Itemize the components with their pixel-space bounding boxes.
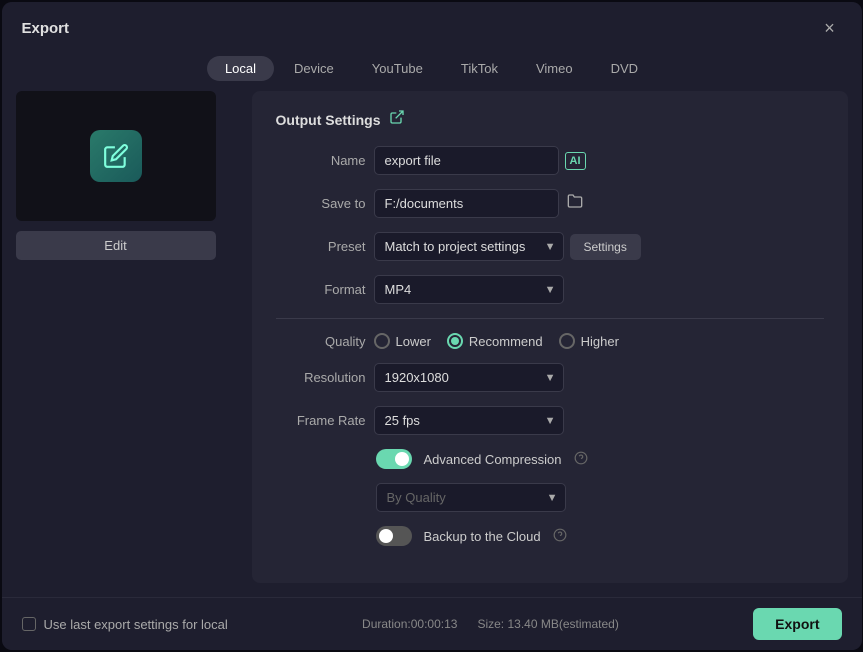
footer-info: Duration:00:00:13 Size: 13.40 MB(estimat… [362, 617, 619, 631]
backup-cloud-help-icon[interactable] [553, 528, 567, 545]
format-select[interactable]: MP4 [374, 275, 564, 304]
tab-local[interactable]: Local [207, 56, 274, 81]
preset-select-wrapper: Match to project settings ▼ [374, 232, 564, 261]
format-label: Format [276, 282, 366, 297]
preset-row: Preset Match to project settings ▼ Setti… [276, 232, 824, 261]
modal-header: Export × [2, 2, 862, 50]
tab-tiktok[interactable]: TikTok [443, 56, 516, 81]
advanced-compression-help-icon[interactable] [574, 451, 588, 468]
resolution-label: Resolution [276, 370, 366, 385]
save-to-input[interactable] [374, 189, 559, 218]
quality-row: Quality Lower Recommend Higher [276, 333, 824, 349]
backup-cloud-toggle[interactable] [376, 526, 412, 546]
quality-recommend-radio[interactable] [447, 333, 463, 349]
tabs-bar: Local Device YouTube TikTok Vimeo DVD [2, 50, 862, 91]
modal-title: Export [22, 20, 70, 37]
advanced-compression-slider [376, 449, 412, 469]
save-to-row: Save to [276, 189, 824, 218]
duration-text: Duration:00:00:13 [362, 617, 457, 631]
frame-rate-label: Frame Rate [276, 413, 366, 428]
export-button[interactable]: Export [753, 608, 841, 640]
quality-higher-label: Higher [581, 334, 619, 349]
resolution-select-wrapper: 1920x1080 ▼ [374, 363, 564, 392]
tab-dvd[interactable]: DVD [593, 56, 656, 81]
modal-footer: Use last export settings for local Durat… [2, 597, 862, 650]
tab-device[interactable]: Device [276, 56, 352, 81]
quality-recommend-option[interactable]: Recommend [447, 333, 543, 349]
footer-left: Use last export settings for local [22, 617, 228, 632]
quality-higher-option[interactable]: Higher [559, 333, 619, 349]
preview-box [16, 91, 216, 221]
quality-recommend-label: Recommend [469, 334, 543, 349]
save-to-label: Save to [276, 196, 366, 211]
by-quality-select-wrapper: By Quality ▼ [376, 483, 566, 512]
quality-lower-label: Lower [396, 334, 431, 349]
preset-select-group: Match to project settings ▼ Settings [374, 232, 641, 261]
preset-label: Preset [276, 239, 366, 254]
tab-vimeo[interactable]: Vimeo [518, 56, 591, 81]
backup-cloud-slider [376, 526, 412, 546]
resolution-select[interactable]: 1920x1080 [374, 363, 564, 392]
export-modal: Export × Local Device YouTube TikTok Vim… [2, 2, 862, 650]
folder-icon-button[interactable] [565, 191, 585, 216]
advanced-compression-row: Advanced Compression [276, 449, 824, 469]
format-select-wrapper: MP4 ▼ [374, 275, 564, 304]
use-last-settings-checkbox[interactable] [22, 617, 36, 631]
frame-rate-row: Frame Rate 25 fps ▼ [276, 406, 824, 435]
advanced-compression-toggle[interactable] [376, 449, 412, 469]
section-title-text: Output Settings [276, 112, 381, 128]
quality-options: Lower Recommend Higher [374, 333, 619, 349]
size-text: Size: 13.40 MB(estimated) [477, 617, 618, 631]
frame-rate-select-wrapper: 25 fps ▼ [374, 406, 564, 435]
preset-select[interactable]: Match to project settings [374, 232, 564, 261]
frame-rate-select[interactable]: 25 fps [374, 406, 564, 435]
quality-higher-radio[interactable] [559, 333, 575, 349]
divider [276, 318, 824, 319]
edit-button[interactable]: Edit [16, 231, 216, 260]
backup-cloud-row: Backup to the Cloud [276, 526, 824, 546]
modal-body: Edit Output Settings Name [2, 91, 862, 597]
by-quality-select[interactable]: By Quality [376, 483, 566, 512]
name-input-group: AI [374, 146, 586, 175]
quality-lower-option[interactable]: Lower [374, 333, 431, 349]
use-last-settings-label[interactable]: Use last export settings for local [22, 617, 228, 632]
quality-label: Quality [276, 334, 366, 349]
use-last-settings-text: Use last export settings for local [44, 617, 228, 632]
format-row: Format MP4 ▼ [276, 275, 824, 304]
quality-lower-radio[interactable] [374, 333, 390, 349]
by-quality-row: By Quality ▼ [276, 483, 824, 512]
resolution-row: Resolution 1920x1080 ▼ [276, 363, 824, 392]
settings-panel: Output Settings Name AI [252, 91, 848, 583]
modal-overlay: Export × Local Device YouTube TikTok Vim… [0, 0, 863, 652]
ai-icon-button[interactable]: AI [565, 152, 586, 170]
name-row: Name AI [276, 146, 824, 175]
preview-panel: Edit [16, 91, 236, 583]
name-input[interactable] [374, 146, 559, 175]
preview-icon [90, 130, 142, 182]
settings-button[interactable]: Settings [570, 234, 641, 260]
advanced-compression-label: Advanced Compression [424, 452, 562, 467]
tab-youtube[interactable]: YouTube [354, 56, 441, 81]
backup-cloud-label: Backup to the Cloud [424, 529, 541, 544]
output-settings-icon [389, 109, 405, 130]
save-to-input-group [374, 189, 585, 218]
name-label: Name [276, 153, 366, 168]
close-button[interactable]: × [818, 16, 842, 40]
section-title: Output Settings [276, 109, 824, 130]
